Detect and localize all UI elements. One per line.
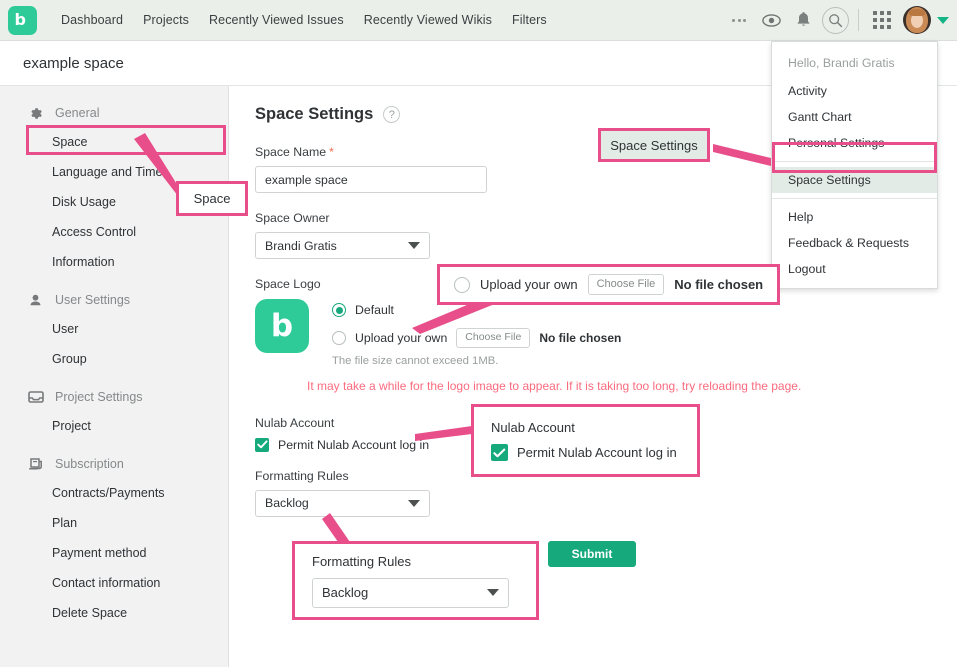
gear-icon (28, 106, 46, 121)
logo-warning-text: It may take a while for the logo image t… (307, 378, 802, 393)
logo-option-default-row[interactable]: Default (332, 303, 621, 317)
logo-b-glyph: b (270, 307, 294, 344)
radio-upload-your-own[interactable] (332, 330, 346, 345)
logo-option-upload-label: Upload your own (355, 330, 448, 345)
nav-link-recently-viewed-wikis[interactable]: Recently Viewed Wikis (354, 13, 502, 27)
sidebar-item-payment-method[interactable]: Payment method (0, 538, 228, 568)
space-owner-select[interactable]: Brandi Gratis (255, 232, 430, 259)
sidebar-item-user[interactable]: User (0, 314, 228, 344)
sidebar-group-label: User Settings (55, 293, 131, 307)
inbox-icon (28, 390, 46, 404)
dropdown-item-help[interactable]: Help (772, 204, 937, 230)
backlog-logo-icon[interactable]: b (8, 5, 37, 35)
dropdown-item-gantt-chart[interactable]: Gantt Chart (772, 104, 937, 130)
nav-link-filters[interactable]: Filters (502, 13, 557, 27)
annotation-choose-file-button: Choose File (587, 274, 665, 295)
annotation-box-dropdown-space-settings (772, 142, 937, 173)
space-logo-row: b Default Upload your own Choose File No… (255, 299, 957, 367)
space-owner-value: Brandi Gratis (265, 238, 337, 253)
logo-option-default-label: Default (355, 303, 394, 317)
annotation-callout-nulab-title: Nulab Account (491, 420, 575, 435)
nulab-checkbox-label: Permit Nulab Account log in (278, 437, 430, 452)
sidebar-group-label: General (55, 106, 100, 120)
sidebar-group-label: Subscription (55, 457, 124, 471)
space-name-label-text: Space Name (255, 145, 327, 159)
sidebar-group-subscription: Subscription (0, 450, 228, 478)
search-icon[interactable] (819, 4, 851, 36)
file-size-hint: The file size cannot exceed 1MB. (332, 354, 499, 367)
annotation-callout-space-settings: Space Settings (598, 128, 710, 162)
sidebar-item-information[interactable]: Information (0, 247, 228, 277)
annotation-callout-upload: Upload your own Choose File No file chos… (437, 264, 780, 305)
radio-default[interactable] (332, 303, 346, 317)
annotation-callout-space-text: Space (193, 191, 231, 206)
sidebar-group-general: General (0, 99, 228, 127)
sidebar-group-label: Project Settings (55, 390, 143, 404)
space-logo-options: Default Upload your own Choose File No f… (332, 299, 621, 367)
scroll-icon (28, 457, 46, 472)
logo-option-upload-row[interactable]: Upload your own Choose File No file chos… (332, 328, 621, 348)
avatar[interactable] (903, 6, 931, 34)
apps-grid-icon[interactable] (866, 4, 898, 36)
user-icon (28, 293, 46, 308)
annotation-callout-formatting: Formatting Rules Backlog (292, 541, 539, 620)
dropdown-separator (772, 198, 937, 199)
annotation-callout-nulab: Nulab Account Permit Nulab Account log i… (471, 404, 700, 477)
sidebar-item-plan[interactable]: Plan (0, 508, 228, 538)
app-root: b Dashboard Projects Recently Viewed Iss… (0, 0, 957, 667)
chevron-down-icon (408, 499, 420, 507)
dropdown-greeting: Hello, Brandi Gratis (788, 56, 895, 70)
top-navigation-bar: b Dashboard Projects Recently Viewed Iss… (0, 0, 957, 41)
nav-divider (858, 9, 859, 31)
bell-icon[interactable] (787, 4, 819, 36)
annotation-no-file-text: No file chosen (674, 277, 764, 292)
eye-icon[interactable] (755, 4, 787, 36)
annotation-formatting-value: Backlog (322, 585, 369, 600)
choose-file-button[interactable]: Choose File (456, 328, 531, 348)
nav-link-dashboard[interactable]: Dashboard (51, 13, 133, 27)
annotation-callout-nulab-checkbox-label: Permit Nulab Account log in (517, 445, 677, 460)
annotation-formatting-select: Backlog (312, 577, 509, 608)
sidebar-item-project[interactable]: Project (0, 411, 228, 441)
space-name-input[interactable] (255, 166, 487, 193)
required-asterisk: * (329, 145, 334, 159)
logo-b-glyph: b (14, 9, 26, 29)
formatting-rules-select[interactable]: Backlog (255, 489, 430, 517)
dropdown-item-activity[interactable]: Activity (772, 78, 937, 104)
sidebar-item-delete-space[interactable]: Delete Space (0, 598, 228, 628)
settings-sidebar: General Space Language and Time Disk Usa… (0, 86, 229, 667)
question-mark-icon[interactable]: ? (383, 106, 401, 123)
annotation-callout-space: Space (176, 181, 248, 216)
annotation-box-sidebar-space (26, 125, 226, 155)
page-title: Space Settings (255, 105, 374, 123)
annotation-callout-space-settings-text: Space Settings (610, 137, 698, 153)
dropdown-item-feedback-and-requests[interactable]: Feedback & Requests (772, 230, 937, 256)
formatting-rules-value: Backlog (265, 496, 309, 511)
sidebar-group-user-settings: User Settings (0, 286, 228, 314)
annotation-nulab-checkbox-row: Permit Nulab Account log in (491, 444, 677, 461)
chevron-down-icon[interactable] (937, 16, 949, 24)
more-ellipsis-icon[interactable] (723, 4, 755, 36)
nav-link-recently-viewed-issues[interactable]: Recently Viewed Issues (199, 13, 354, 27)
sidebar-item-access-control[interactable]: Access Control (0, 217, 228, 247)
chevron-down-icon (487, 589, 499, 596)
nav-links: Dashboard Projects Recently Viewed Issue… (51, 13, 557, 27)
chevron-down-icon (408, 242, 420, 249)
annotation-callout-formatting-title: Formatting Rules (312, 553, 411, 569)
no-file-chosen-text: No file chosen (539, 330, 622, 345)
submit-button[interactable]: Submit (548, 541, 636, 567)
annotation-checkbox-permit-nulab (491, 444, 508, 461)
checkbox-permit-nulab-login[interactable] (255, 437, 269, 452)
dropdown-item-logout[interactable]: Logout (772, 256, 937, 282)
nav-right-icons (723, 4, 957, 36)
sidebar-group-project-settings: Project Settings (0, 383, 228, 411)
backlog-logo-icon: b (255, 299, 309, 353)
sidebar-item-contracts-payments[interactable]: Contracts/Payments (0, 478, 228, 508)
sidebar-item-group[interactable]: Group (0, 344, 228, 374)
space-name-title: example space (23, 54, 124, 72)
sidebar-item-contact-information[interactable]: Contact information (0, 568, 228, 598)
annotation-radio-upload (454, 276, 470, 293)
annotation-callout-upload-label: Upload your own (480, 277, 578, 292)
nav-link-projects[interactable]: Projects (133, 13, 199, 27)
